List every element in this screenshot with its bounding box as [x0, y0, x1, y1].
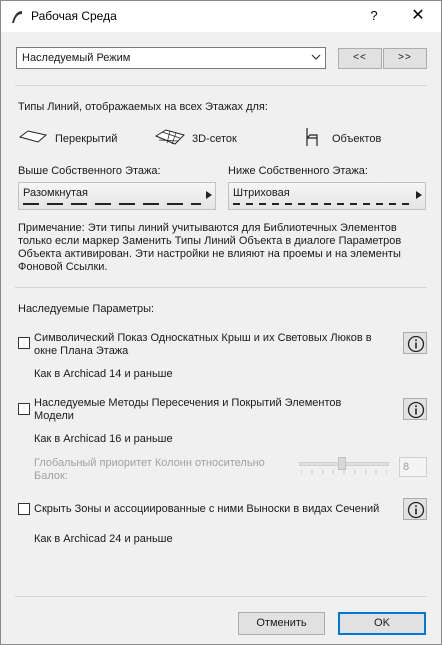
intersection-methods-subtext: Как в Archicad 16 и раньше — [34, 433, 173, 445]
hide-zones-info-button[interactable] — [403, 498, 427, 520]
archicad-app-icon — [12, 11, 22, 23]
previous-mode-button[interactable]: << — [338, 48, 382, 69]
below-linetype-name: Штриховая — [233, 187, 290, 199]
intersection-methods-checkbox[interactable] — [18, 403, 30, 415]
ok-button[interactable]: OK — [338, 612, 426, 635]
intersection-methods-label[interactable]: Наследуемые Методы Пересечения и Покрыти… — [34, 397, 364, 423]
divider — [15, 85, 427, 86]
mesh-icon — [154, 129, 185, 145]
below-story-label: Ниже Собственного Этажа: — [228, 165, 368, 177]
window-title: Рабочая Среда — [31, 9, 117, 23]
column-priority-field[interactable]: 8 — [399, 457, 427, 477]
hide-zones-label[interactable]: Скрыть Зоны и ассоциированные с ними Вын… — [34, 503, 396, 516]
above-story-linetype-picker[interactable]: Разомкнутая — [18, 182, 216, 210]
next-mode-button[interactable]: >> — [383, 48, 427, 69]
work-environment-dialog: Рабочая Среда ? ✕ Наследуемый Режим << >… — [0, 0, 442, 645]
slab-option-label: Перекрытий — [55, 133, 118, 145]
cancel-button[interactable]: Отменить — [238, 612, 325, 635]
divider — [15, 596, 427, 597]
above-story-label: Выше Собственного Этажа: — [18, 165, 161, 177]
roof-info-button[interactable] — [403, 332, 427, 354]
divider — [15, 287, 427, 288]
title-bar: Рабочая Среда ? ✕ — [1, 1, 441, 32]
roof-symbolic-subtext: Как в Archicad 14 и раньше — [34, 368, 173, 380]
above-linetype-name: Разомкнутая — [23, 187, 88, 199]
info-icon — [407, 501, 425, 519]
below-story-linetype-picker[interactable]: Штриховая — [228, 182, 426, 210]
mode-dropdown-value: Наследуемый Режим — [22, 52, 131, 64]
hide-zones-checkbox[interactable] — [18, 503, 30, 515]
triangle-right-icon — [206, 191, 212, 199]
dashed-line-preview — [23, 203, 201, 205]
triangle-right-icon — [416, 191, 422, 199]
line-types-note: Примечание: Эти типы линий учитываются д… — [18, 222, 402, 273]
column-priority-label: Глобальный приоритет Колонн относительно… — [34, 457, 265, 482]
chair-icon — [306, 128, 318, 146]
info-icon — [407, 335, 425, 353]
hide-zones-subtext: Как в Archicad 24 и раньше — [34, 533, 173, 545]
inherited-params-heading: Наследуемые Параметры: — [18, 303, 155, 315]
close-button[interactable]: ✕ — [401, 3, 435, 29]
mesh-option-label: 3D-сеток — [192, 133, 237, 145]
objects-option-label: Объектов — [332, 133, 382, 145]
roof-symbolic-checkbox[interactable] — [18, 337, 30, 349]
slab-icon — [18, 130, 48, 143]
slider-ticks — [301, 470, 387, 474]
info-icon — [407, 401, 425, 419]
chevron-down-icon — [311, 54, 321, 60]
line-types-heading: Типы Линий, отображаемых на всех Этажах … — [18, 101, 268, 113]
help-button[interactable]: ? — [359, 3, 389, 29]
short-dashed-line-preview — [233, 203, 415, 205]
intersection-info-button[interactable] — [403, 398, 427, 420]
mode-dropdown[interactable]: Наследуемый Режим — [16, 47, 326, 69]
roof-symbolic-label[interactable]: Символический Показ Односкатных Крыш и и… — [34, 332, 396, 358]
column-priority-slider-thumb[interactable] — [338, 457, 346, 470]
